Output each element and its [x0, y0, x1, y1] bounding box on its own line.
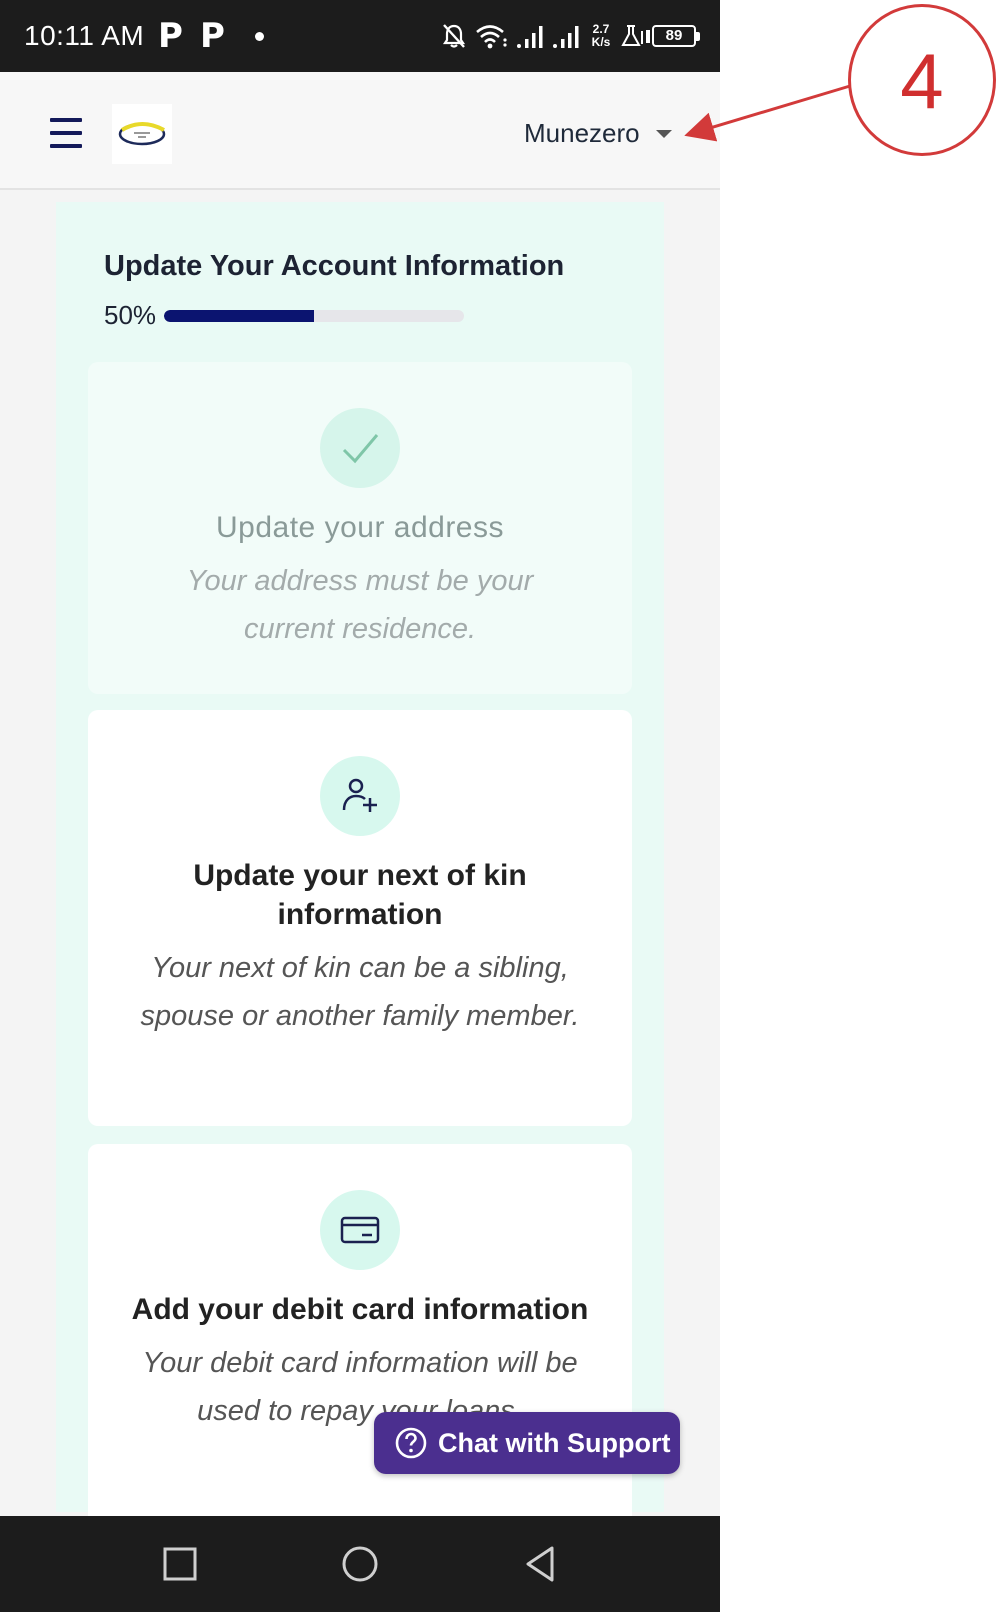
battery-icon: 89 — [646, 25, 700, 47]
progress-bar-fill — [164, 309, 315, 322]
signal-icon — [553, 26, 579, 48]
network-speed-unit: K/s — [591, 35, 611, 49]
check-icon — [320, 408, 400, 488]
lab-flask-icon — [621, 25, 643, 46]
help-circle-icon — [395, 1427, 427, 1459]
address-card[interactable]: Update your address Your address must be… — [88, 362, 632, 694]
logo-emblem-icon — [118, 122, 166, 146]
annotation-circle: 4 — [848, 4, 996, 156]
menu-line — [50, 131, 82, 135]
notification-p-icon: P — [158, 16, 183, 56]
progress-row: 50% — [104, 300, 465, 331]
caret-down-icon — [655, 129, 672, 138]
app-logo[interactable] — [112, 104, 172, 164]
more-notifications-dot-icon — [255, 32, 264, 41]
credit-card-icon — [320, 1190, 400, 1270]
wifi-icon — [476, 25, 507, 49]
status-bar: 10:11 AM P P 2.7 K/s 89 — [0, 0, 720, 72]
panel-title: Update Your Account Information — [104, 250, 565, 282]
account-update-panel: Update Your Account Information 50% Upda… — [56, 202, 664, 1564]
app-header: Munezero — [0, 72, 720, 190]
phone-screen: 10:11 AM P P 2.7 K/s 89 Munezero Update … — [0, 0, 720, 1612]
card-description: Your address must be your current reside… — [186, 565, 534, 645]
network-speed: 2.7 K/s — [588, 23, 614, 49]
menu-line — [50, 118, 82, 122]
signal-icon — [517, 26, 543, 48]
user-name: Munezero — [524, 118, 640, 148]
screenshot-root: 10:11 AM P P 2.7 K/s 89 Munezero Update … — [0, 0, 996, 1612]
recent-apps-icon[interactable] — [160, 1544, 200, 1584]
user-menu-dropdown[interactable]: Munezero — [524, 118, 672, 149]
progress-bar — [164, 309, 465, 322]
card-title: Update your next of kin information — [193, 859, 527, 931]
status-time: 10:11 AM — [24, 20, 145, 51]
notification-p-icon: P — [200, 16, 225, 56]
system-navigation-bar — [0, 1516, 720, 1612]
status-icons: 2.7 K/s 89 — [440, 18, 700, 54]
chat-support-button[interactable]: Chat with Support — [374, 1412, 680, 1474]
debit-card-card[interactable]: Add your debit card information Your deb… — [88, 1144, 632, 1564]
next-of-kin-card[interactable]: Update your next of kin information Your… — [88, 710, 632, 1126]
chat-support-label: Chat with Support — [438, 1427, 671, 1458]
back-icon[interactable] — [520, 1544, 560, 1584]
bell-off-icon — [442, 24, 466, 48]
home-icon[interactable] — [340, 1544, 380, 1584]
hamburger-menu-icon[interactable] — [50, 118, 84, 148]
card-description: Your next of kin can be a sibling, spous… — [140, 952, 580, 1032]
progress-percent: 50% — [104, 300, 157, 330]
user-plus-icon — [320, 756, 400, 836]
card-title: Update your address — [216, 511, 504, 544]
card-title: Add your debit card information — [131, 1293, 589, 1326]
menu-line — [50, 144, 82, 148]
annotation-number: 4 — [900, 37, 944, 125]
